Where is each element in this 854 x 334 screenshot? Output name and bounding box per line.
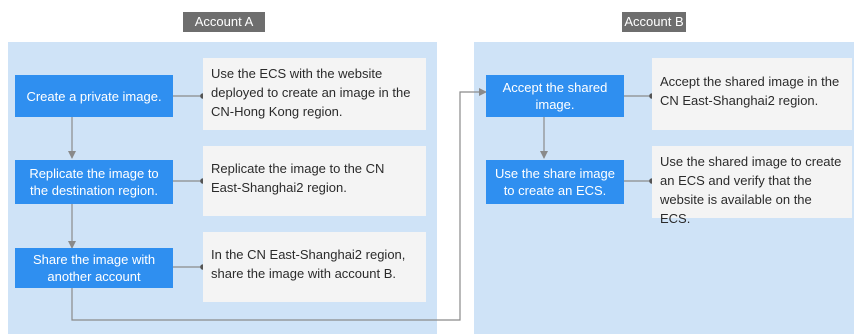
note-replicate-image: Replicate the image to the CN East-Shang…: [203, 146, 426, 216]
step-accept-shared-image: Accept the shared image.: [486, 75, 624, 117]
step-share-image: Share the image with another account: [15, 248, 173, 288]
step-replicate-image: Replicate the image to the destination r…: [15, 160, 173, 204]
step-create-private-image: Create a private image.: [15, 75, 173, 117]
step-create-ecs: Use the share image to create an ECS.: [486, 160, 624, 204]
note-create-private-image: Use the ECS with the website deployed to…: [203, 58, 426, 130]
note-create-ecs: Use the shared image to create an ECS an…: [652, 146, 852, 226]
note-share-image: In the CN East-Shanghai2 region, share t…: [203, 232, 426, 302]
note-accept-shared-image: Accept the shared image in the CN East-S…: [652, 58, 852, 130]
